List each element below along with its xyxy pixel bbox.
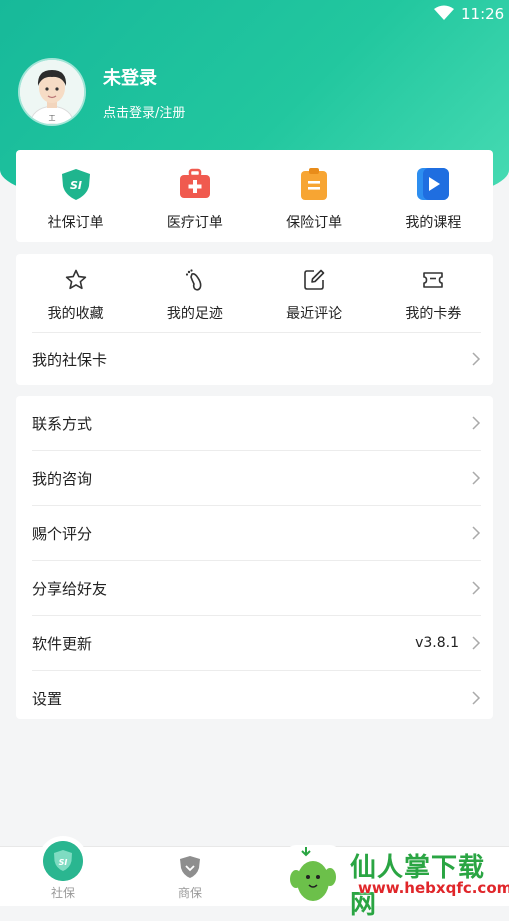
tab-label: 商保 [177,886,202,900]
social-security-card-row[interactable]: 我的社保卡 [16,333,493,385]
login-register-link[interactable]: 点击登录/注册 [103,102,185,121]
insurance-orders-button[interactable]: 保险订单 [255,150,374,242]
watermark-url: www.hebxqfc.com [358,879,509,897]
shield-check-icon [180,856,200,878]
chevron-right-icon [472,636,481,650]
order-label: 保险订单 [286,215,343,231]
row-label: 赐个评分 [32,524,93,543]
order-label: 社保订单 [47,215,104,231]
clipboard-icon [301,168,328,200]
quick-action-label: 最近评论 [286,306,343,322]
my-consultations-row[interactable]: 我的咨询 [32,450,481,505]
medical-orders-button[interactable]: 医疗订单 [135,150,254,242]
edit-comment-icon [304,269,325,290]
tab-label: 社保 [50,886,75,900]
avatar[interactable]: 工 [20,60,84,124]
quick-actions-card: 我的收藏 我的足迹 最近评论 我的卡券 我的社保卡 [16,254,493,385]
settings-row[interactable]: 设置 [32,670,481,725]
si-badge-text: SI [70,179,82,192]
social-insurance-tab-icon: SI [41,839,85,883]
watermark-logo: 仙人掌下载网 www.hebxqfc.com [284,843,509,920]
settings-menu-card: 联系方式 我的咨询 赐个评分 分享给好友 软件更新 v3.8.1 设置 [16,396,493,719]
quick-action-label: 我的卡券 [405,306,462,322]
chevron-right-icon [472,352,481,366]
medical-kit-icon [179,168,210,198]
chevron-right-icon [472,691,481,705]
orders-card: SI 社保订单 医疗订单 保险订单 我的课程 [16,150,493,242]
footprints-button[interactable]: 我的足迹 [135,254,254,332]
chevron-right-icon [472,416,481,430]
star-icon [65,269,86,290]
chevron-right-icon [472,471,481,485]
row-label: 设置 [32,689,63,708]
row-label: 分享给好友 [32,579,108,598]
my-courses-button[interactable]: 我的课程 [374,150,493,242]
status-time: 11:26 [461,5,505,23]
favorites-button[interactable]: 我的收藏 [16,254,135,332]
avatar-tag: 工 [49,114,56,122]
order-label: 医疗订单 [166,215,223,231]
ticket-icon [423,272,444,288]
row-label: 联系方式 [32,414,93,433]
profile-name[interactable]: 未登录 [103,64,157,90]
avatar-illustration: 工 [20,60,84,124]
row-label: 我的社保卡 [32,350,108,369]
order-label: 我的课程 [405,215,462,231]
play-video-icon [417,168,450,200]
shield-si-icon: SI [61,169,90,200]
software-update-row[interactable]: 软件更新 v3.8.1 [32,615,481,670]
share-with-friends-row[interactable]: 分享给好友 [32,560,481,615]
social-insurance-orders-button[interactable]: SI 社保订单 [16,150,135,242]
cactus-mascot-icon [286,845,340,903]
chevron-right-icon [472,526,481,540]
chevron-right-icon [472,581,481,595]
quick-action-label: 我的收藏 [47,306,104,322]
rate-app-row[interactable]: 赐个评分 [32,505,481,560]
app-version: v3.8.1 [415,635,459,651]
row-label: 我的咨询 [32,469,93,488]
coupons-button[interactable]: 我的卡券 [374,254,493,332]
si-badge-text: SI [59,858,68,867]
shield-si-icon: SI [43,841,83,881]
contact-info-row[interactable]: 联系方式 [32,396,481,450]
recent-comments-button[interactable]: 最近评论 [255,254,374,332]
quick-action-label: 我的足迹 [166,306,223,322]
status-bar: 11:26 [0,0,509,28]
row-label: 软件更新 [32,634,93,653]
wifi-icon [434,5,454,20]
footprint-icon [185,269,202,291]
